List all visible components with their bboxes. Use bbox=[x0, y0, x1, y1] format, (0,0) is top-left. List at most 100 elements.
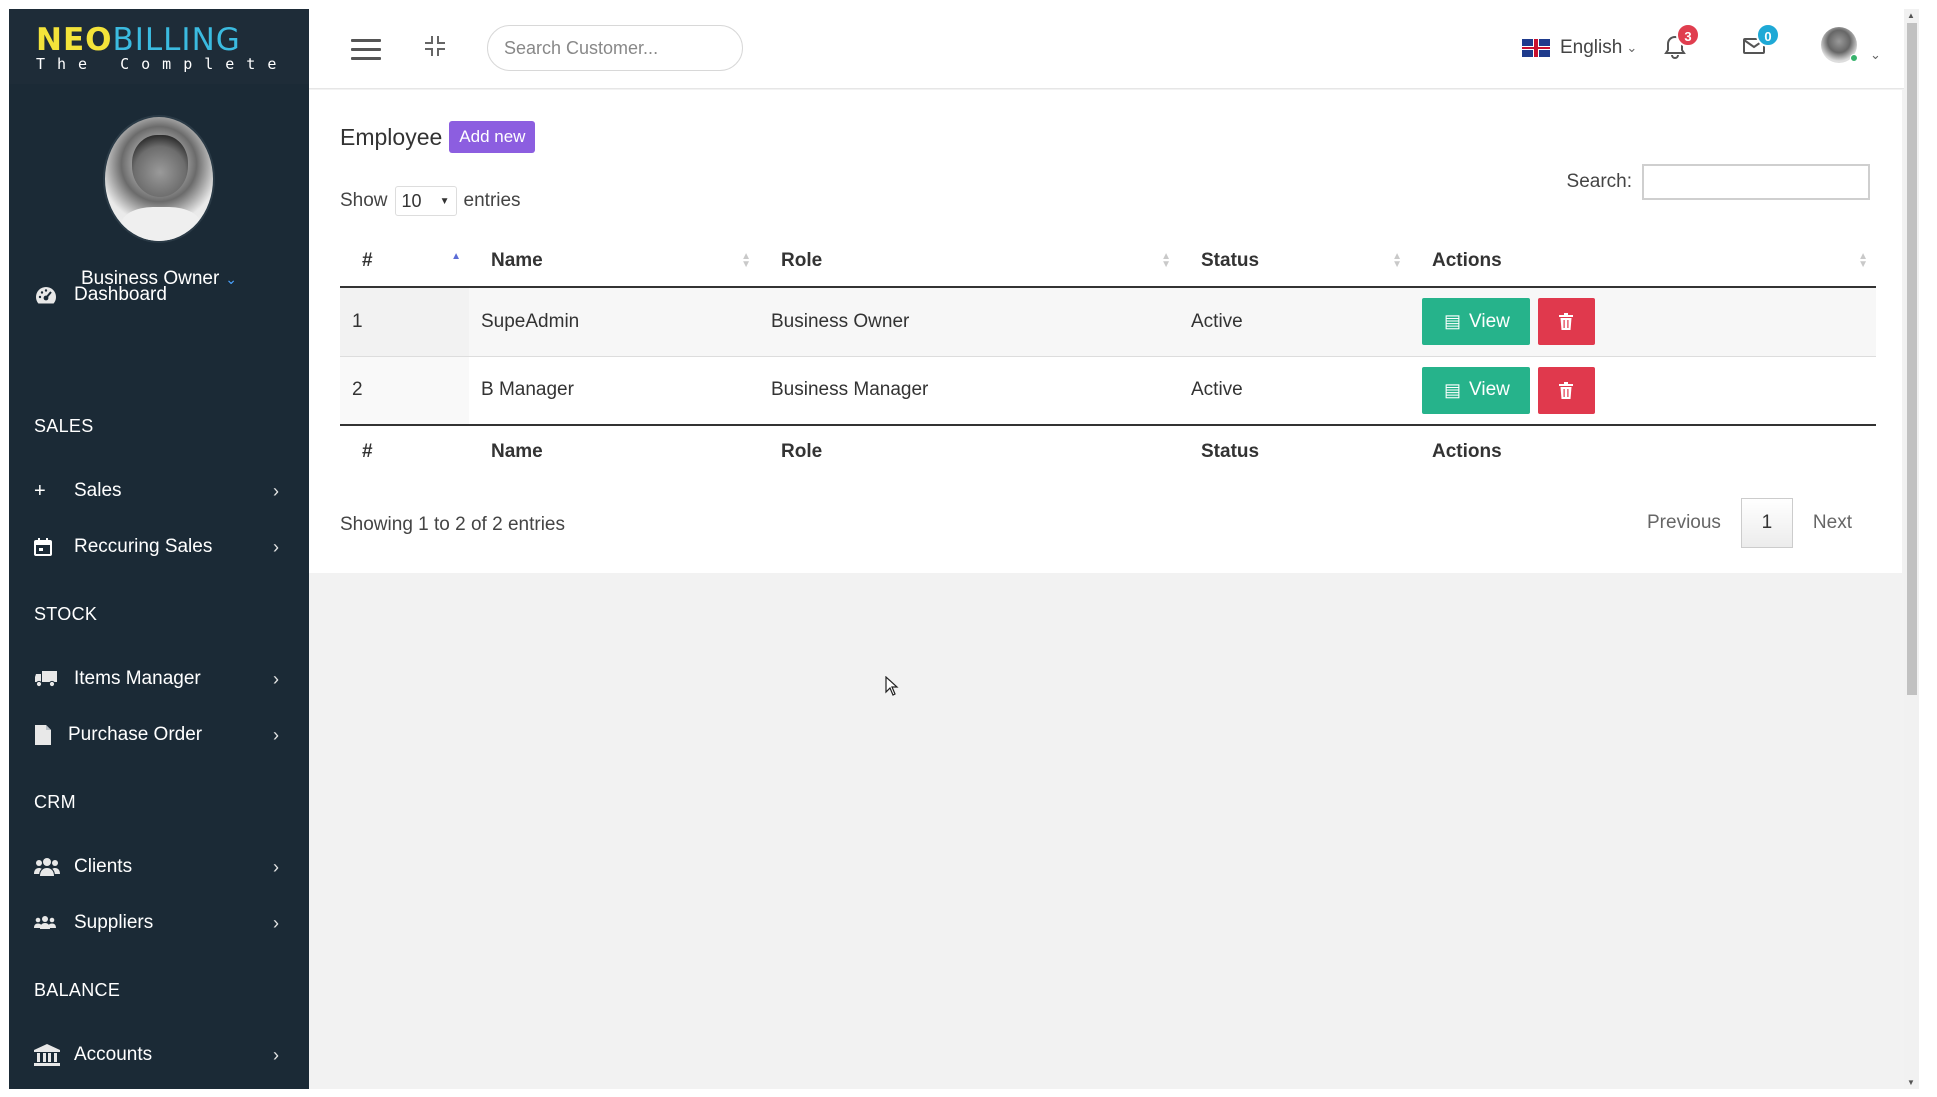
sidebar-item-label: Dashboard bbox=[74, 284, 167, 305]
sort-icon: ▲ ▼ bbox=[1392, 251, 1402, 270]
sort-asc-icon: ▲ bbox=[451, 251, 461, 262]
caret-down-icon: ▼ bbox=[439, 195, 450, 207]
column-header-number[interactable]: # ▲ bbox=[340, 235, 469, 288]
sidebar-item-clients[interactable]: Clients › bbox=[9, 845, 309, 889]
chevron-right-icon: › bbox=[273, 1044, 279, 1065]
dashboard-icon bbox=[34, 285, 62, 305]
page-title: Employee bbox=[340, 123, 443, 150]
search-label: Search: bbox=[1566, 171, 1632, 192]
chevron-down-icon: ⌄ bbox=[1626, 40, 1638, 55]
cell-actions: ▤ View bbox=[1410, 287, 1876, 356]
section-stock: STOCK bbox=[34, 604, 98, 624]
header-label: Actions bbox=[1432, 249, 1502, 271]
sidebar-item-label: Reccuring Sales bbox=[74, 536, 213, 557]
section-balance: BALANCE bbox=[34, 980, 121, 1000]
cell-name: SupeAdmin bbox=[469, 287, 759, 356]
mouse-cursor-icon bbox=[885, 675, 899, 701]
table-info: Showing 1 to 2 of 2 entries bbox=[340, 514, 565, 535]
table-header-row: # ▲ Name ▲ ▼ Role ▲ ▼ Status ▲ ▼ Actions ▲ ▼ bbox=[340, 235, 1876, 288]
sidebar: NEOBILLING The Complete Business Owner ⌄ … bbox=[9, 9, 309, 1089]
user-avatar[interactable] bbox=[1821, 27, 1858, 63]
sidebar-item-suppliers[interactable]: Suppliers › bbox=[9, 901, 309, 945]
app-window: NEOBILLING The Complete Business Owner ⌄ … bbox=[9, 9, 1919, 1089]
header-label: Status bbox=[1201, 249, 1260, 271]
cell-role: Business Owner bbox=[759, 287, 1179, 356]
vertical-scrollbar[interactable]: ▲ ▼ bbox=[1904, 9, 1919, 1089]
delete-button[interactable] bbox=[1537, 298, 1595, 346]
view-button[interactable]: ▤ View bbox=[1422, 298, 1530, 345]
chevron-right-icon: › bbox=[273, 536, 279, 557]
sort-icon: ▲ ▼ bbox=[1161, 251, 1171, 270]
chevron-right-icon: › bbox=[273, 724, 279, 745]
footer-status: Status bbox=[1179, 424, 1410, 478]
entries-label: entries bbox=[463, 190, 521, 211]
employee-table: # ▲ Name ▲ ▼ Role ▲ ▼ Status ▲ ▼ Actions ▲ ▼ 1 Su… bbox=[340, 235, 1876, 478]
add-new-button[interactable]: Add new bbox=[449, 121, 536, 153]
cell-role: Business Manager bbox=[759, 355, 1179, 425]
truck-icon bbox=[34, 670, 62, 688]
sidebar-item-items-manager[interactable]: Items Manager › bbox=[9, 657, 309, 701]
sidebar-item-label: Accounts bbox=[74, 1044, 153, 1065]
document-icon: ▤ bbox=[1444, 379, 1462, 400]
column-header-name[interactable]: Name ▲ ▼ bbox=[469, 235, 759, 288]
file-icon bbox=[34, 724, 58, 746]
delete-button[interactable] bbox=[1537, 366, 1595, 414]
trash-icon bbox=[1559, 313, 1574, 331]
message-count-badge: 0 bbox=[1756, 23, 1780, 47]
previous-page-button[interactable]: Previous bbox=[1627, 512, 1741, 534]
sidebar-item-recurring-sales[interactable]: Reccuring Sales › bbox=[9, 525, 309, 569]
top-navbar: English ⌄ 3 0 ⌄ bbox=[309, 9, 1919, 89]
next-page-button[interactable]: Next bbox=[1793, 512, 1872, 534]
cell-number: 1 bbox=[340, 287, 469, 356]
customer-search-input[interactable] bbox=[487, 25, 743, 71]
footer-role: Role bbox=[759, 424, 1179, 478]
sidebar-item-purchase-order[interactable]: Purchase Order › bbox=[9, 713, 309, 757]
cell-actions: ▤ View bbox=[1410, 355, 1876, 425]
scroll-up-icon[interactable]: ▲ bbox=[1907, 11, 1915, 20]
user-group-icon bbox=[34, 915, 62, 931]
brand-logo[interactable]: NEOBILLING The Complete bbox=[9, 9, 309, 84]
sort-icon: ▲ ▼ bbox=[1858, 251, 1868, 270]
language-label: English bbox=[1560, 37, 1623, 58]
footer-name: Name bbox=[469, 424, 759, 478]
view-label: View bbox=[1469, 310, 1510, 332]
chevron-right-icon: › bbox=[273, 912, 279, 933]
notification-count-badge: 3 bbox=[1676, 23, 1700, 47]
footer-actions: Actions bbox=[1410, 424, 1876, 478]
section-sales: SALES bbox=[34, 416, 94, 436]
header-label: Name bbox=[491, 249, 543, 271]
cell-name: B Manager bbox=[469, 355, 759, 425]
entries-per-page-select[interactable]: 10 ▼ bbox=[394, 186, 457, 216]
section-crm: CRM bbox=[34, 792, 76, 812]
table-row: 1 SupeAdmin Business Owner Active ▤ View bbox=[340, 287, 1876, 356]
sidebar-item-label: Suppliers bbox=[74, 912, 154, 933]
column-header-role[interactable]: Role ▲ ▼ bbox=[759, 235, 1179, 288]
scroll-down-icon[interactable]: ▼ bbox=[1907, 1078, 1915, 1087]
sort-icon: ▲ ▼ bbox=[741, 251, 751, 270]
sidebar-item-label: Clients bbox=[74, 856, 133, 877]
view-button[interactable]: ▤ View bbox=[1422, 366, 1530, 414]
entries-value: 10 bbox=[401, 190, 422, 211]
chevron-right-icon: › bbox=[273, 856, 279, 877]
page-button-current[interactable]: 1 bbox=[1740, 498, 1793, 548]
scrollbar-thumb[interactable] bbox=[1907, 23, 1917, 695]
language-selector[interactable]: English ⌄ bbox=[1522, 37, 1637, 59]
column-header-actions[interactable]: Actions ▲ ▼ bbox=[1410, 235, 1876, 288]
header-label: Role bbox=[781, 249, 823, 271]
logo-neo: NEO bbox=[36, 22, 113, 58]
column-header-status[interactable]: Status ▲ ▼ bbox=[1179, 235, 1410, 288]
menu-toggle-icon[interactable] bbox=[351, 39, 381, 61]
logo-tagline: The Complete bbox=[36, 55, 289, 73]
sidebar-item-sales[interactable]: + Sales › bbox=[9, 469, 309, 513]
cell-status: Active bbox=[1179, 355, 1410, 425]
sidebar-item-accounts[interactable]: Accounts › bbox=[9, 1033, 309, 1077]
table-search-input[interactable] bbox=[1642, 164, 1870, 200]
view-label: View bbox=[1469, 379, 1510, 400]
chevron-down-icon[interactable]: ⌄ bbox=[1870, 47, 1881, 63]
cell-status: Active bbox=[1179, 287, 1410, 356]
sidebar-item-dashboard[interactable]: Dashboard bbox=[9, 273, 309, 317]
compress-icon[interactable] bbox=[424, 35, 446, 63]
profile-avatar bbox=[103, 115, 215, 243]
sidebar-item-label: Items Manager bbox=[74, 668, 201, 689]
header-label: # bbox=[362, 249, 373, 271]
